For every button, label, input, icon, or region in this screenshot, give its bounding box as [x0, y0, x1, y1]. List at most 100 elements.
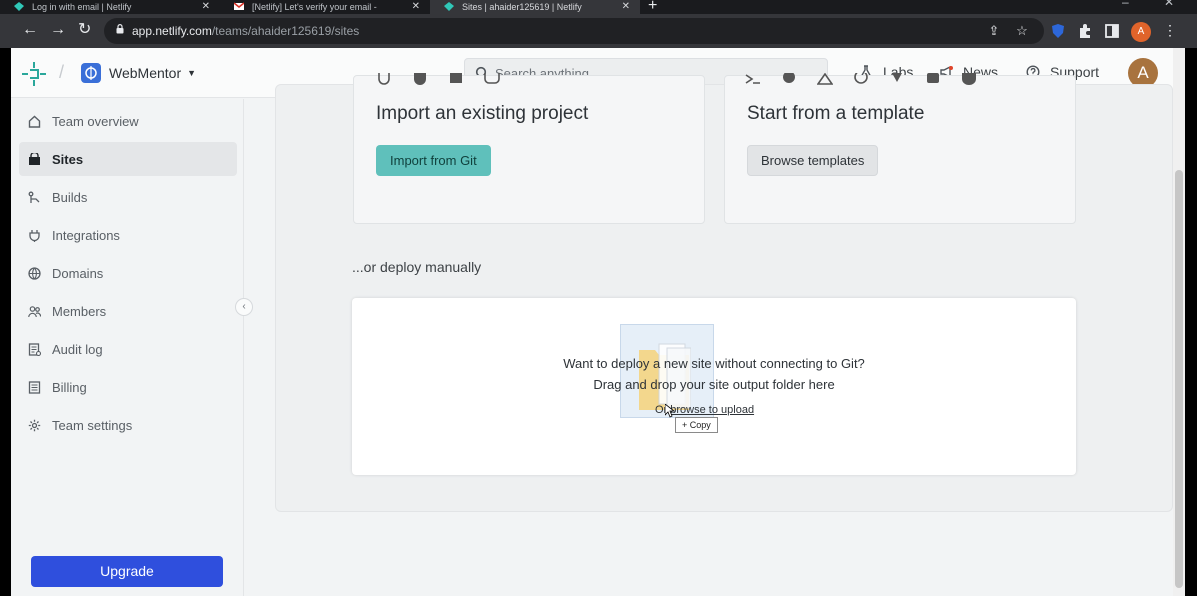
netlify-page: / WebMentor ▼ Search anything... Labs Ne… [11, 48, 1173, 596]
address-bar[interactable]: app.netlify.com/teams/ahaider125619/site… [104, 18, 1044, 44]
close-tab-icon[interactable]: ✕ [412, 1, 420, 12]
sidebar-item-sites[interactable]: Sites [19, 142, 237, 176]
netlify-favicon-icon [14, 2, 24, 11]
drag-copy-tooltip: + Copy [675, 417, 718, 433]
browser-tab[interactable]: [Netlify] Let's verify your email - ✕ [220, 0, 430, 14]
browser-tab-active[interactable]: Sites | ahaider125619 | Netlify ✕ [430, 0, 640, 14]
gitlab-icon [412, 72, 428, 85]
sites-icon [29, 153, 40, 165]
team-name: WebMentor [109, 65, 182, 81]
drag-and-drop-zone[interactable]: Want to deploy a new site without connec… [352, 298, 1076, 475]
template-framework-icons [745, 70, 977, 85]
sidebar-item-label: Audit log [52, 341, 103, 357]
scrollbar-thumb[interactable] [1175, 170, 1183, 588]
sidebar-item-integrations[interactable]: Integrations [19, 218, 237, 252]
close-window-icon[interactable]: ✕ [1164, 0, 1174, 9]
lock-icon [116, 24, 124, 34]
deploy-manually-heading: ...or deploy manually [352, 259, 482, 275]
bitbucket-icon [448, 72, 464, 84]
dropzone-instruction: Drag and drop your site output folder he… [593, 377, 835, 392]
page-scrollbar[interactable] [1173, 48, 1185, 596]
url-host: app.netlify.com [132, 24, 212, 38]
framework-icon [925, 72, 941, 84]
tab-strip: Log in with email | Netlify ✕ [Netlify] … [0, 0, 1197, 14]
members-icon [28, 306, 41, 318]
reload-icon[interactable]: ↻ [78, 20, 91, 40]
gmail-favicon-icon [234, 2, 244, 10]
sidebar-item-label: Sites [52, 151, 84, 167]
framework-icon [745, 72, 761, 84]
sidebar: Team overview Sites Builds Integrations … [11, 99, 244, 596]
sidebar-item-label: Builds [52, 189, 88, 205]
browse-templates-button[interactable]: Browse templates [747, 145, 879, 176]
side-panel-icon[interactable] [1104, 23, 1120, 39]
framework-icon [781, 71, 797, 84]
sidebar-item-label: Domains [52, 265, 104, 281]
import-from-git-button[interactable]: Import from Git [376, 145, 491, 176]
home-icon [28, 115, 41, 128]
collapse-sidebar-chevron-icon[interactable]: ‹ [235, 298, 253, 316]
new-tab-button[interactable]: + [648, 0, 657, 15]
sidebar-item-team-settings[interactable]: Team settings [19, 408, 237, 442]
url-path: /teams/ahaider125619/sites [211, 24, 360, 38]
url-text: app.netlify.com/teams/ahaider125619/site… [132, 24, 359, 38]
minimize-icon[interactable]: ‒ [1122, 0, 1129, 9]
sidebar-item-audit-log[interactable]: Audit log [19, 332, 237, 366]
audit-log-icon [28, 343, 41, 356]
netlify-logo-icon[interactable] [21, 61, 47, 87]
builds-icon [28, 191, 40, 203]
mouse-cursor-icon [665, 404, 675, 418]
sidebar-item-label: Members [52, 303, 107, 319]
sidebar-item-domains[interactable]: Domains [19, 256, 237, 290]
browser-profile-avatar[interactable]: A [1131, 22, 1151, 42]
folder-drag-icon [639, 343, 691, 410]
forward-arrow-icon[interactable]: → [50, 20, 66, 40]
close-tab-icon[interactable]: ✕ [202, 1, 210, 12]
team-icon [81, 63, 101, 83]
framework-icon [961, 72, 977, 85]
back-arrow-icon[interactable]: ← [22, 20, 38, 40]
close-tab-icon[interactable]: ✕ [622, 1, 630, 12]
chevron-down-icon: ▼ [187, 68, 197, 78]
browser-menu-icon[interactable]: ⋮ [1163, 22, 1177, 39]
sidebar-item-builds[interactable]: Builds [19, 180, 237, 214]
shield-extension-icon[interactable] [1050, 23, 1066, 39]
tab-title: Log in with email | Netlify [32, 2, 132, 12]
sidebar-item-label: Team overview [52, 113, 139, 129]
breadcrumb-separator: / [59, 62, 65, 82]
team-switcher[interactable]: WebMentor ▼ [81, 62, 196, 84]
dropzone-prompt: Want to deploy a new site without connec… [563, 356, 865, 371]
sidebar-item-label: Team settings [52, 417, 133, 433]
globe-icon [28, 267, 41, 280]
template-card: Start from a template Browse templates [724, 70, 1076, 224]
import-project-card: Import an existing project Import from G… [353, 72, 705, 224]
browse-to-upload-link[interactable]: browse to upload [670, 404, 754, 416]
framework-icon [816, 72, 834, 85]
sidebar-item-members[interactable]: Members [19, 294, 237, 328]
integrations-icon [29, 230, 40, 242]
git-provider-icons [376, 72, 500, 85]
framework-icon [889, 72, 905, 84]
framework-icon [853, 70, 869, 84]
sidebar-item-team-overview[interactable]: Team overview [19, 104, 237, 138]
sidebar-item-label: Billing [52, 379, 87, 395]
billing-icon [28, 381, 41, 394]
browser-tab[interactable]: Log in with email | Netlify ✕ [0, 0, 220, 14]
sidebar-item-label: Integrations [52, 227, 120, 243]
browser-toolbar: ← → ↻ app.netlify.com/teams/ahaider12561… [0, 14, 1197, 48]
gear-icon [28, 419, 41, 432]
template-card-title: Start from a template [747, 103, 925, 124]
bookmark-star-icon[interactable]: ☆ [1014, 23, 1030, 39]
import-card-title: Import an existing project [376, 103, 589, 124]
browser-window: Log in with email | Netlify ✕ [Netlify] … [0, 0, 1197, 596]
share-icon[interactable]: ⇪ [986, 23, 1002, 39]
upgrade-button[interactable]: Upgrade [31, 556, 223, 587]
tab-title: [Netlify] Let's verify your email - [252, 2, 377, 12]
tab-title: Sites | ahaider125619 | Netlify [462, 2, 582, 12]
azure-devops-icon [484, 72, 500, 84]
netlify-favicon-icon [444, 2, 454, 11]
github-icon [376, 72, 392, 85]
extensions-puzzle-icon[interactable] [1077, 23, 1093, 39]
window-edge [1185, 48, 1197, 596]
sidebar-item-billing[interactable]: Billing [19, 370, 237, 404]
